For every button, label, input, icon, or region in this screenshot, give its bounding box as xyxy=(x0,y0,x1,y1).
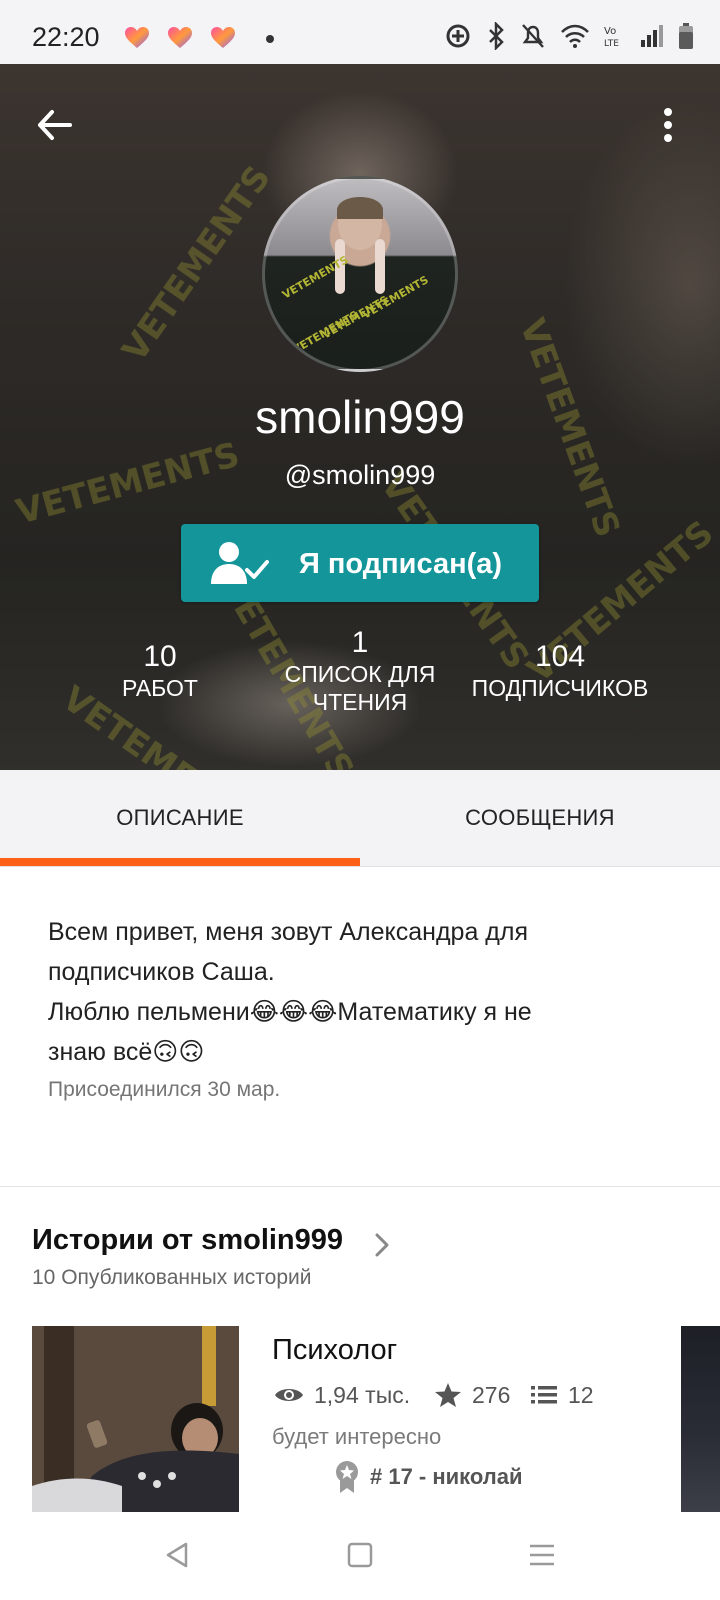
joined-date: Присоединился 30 мар. xyxy=(48,1078,281,1101)
status-bar: 22:20 Vo LTE xyxy=(0,0,720,64)
rank-badge-icon xyxy=(336,1461,358,1493)
story-cover-image[interactable] xyxy=(32,1326,239,1512)
status-time: 22:20 xyxy=(32,22,100,52)
star-icon xyxy=(435,1383,461,1407)
notification-dot xyxy=(266,35,274,43)
stat-followers-label: ПОДПИСЧИКОВ xyxy=(471,675,649,701)
description-line: подписчиков Саша. xyxy=(48,958,275,986)
tab-description[interactable]: ОПИСАНИЕ xyxy=(0,770,360,866)
story-views-count: 1,94 тыс. xyxy=(314,1381,411,1408)
story-rank-text: # 17 - николай xyxy=(370,1464,523,1489)
stories-count: 10 Опубликованных историй xyxy=(32,1266,312,1289)
battery-icon xyxy=(679,23,693,49)
description-line: знаю всё🙃🙃 xyxy=(48,1038,205,1066)
stat-works-label: РАБОТ xyxy=(122,675,198,701)
stat-followers[interactable]: 104 ПОДПИСЧИКОВ xyxy=(460,640,660,702)
stat-reading-list-label-line1: СПИСОК ДЛЯ xyxy=(284,661,436,687)
avatar[interactable]: VETEMENTS VETEMENTS VETEMENTS VETEMENTS xyxy=(262,176,458,372)
follow-button[interactable]: Я подписан(а) xyxy=(181,524,539,602)
story-votes: 276 xyxy=(434,1380,510,1410)
story-parts: 12 xyxy=(530,1380,594,1410)
description-line: Люблю пельмени😂😂😂Математику я не xyxy=(48,998,532,1026)
stat-followers-value: 104 xyxy=(534,640,586,673)
stat-reading-list[interactable]: 1 СПИСОК ДЛЯ ЧТЕНИЯ xyxy=(270,626,450,716)
svg-text:VETEMENTS: VETEMENTS xyxy=(290,308,361,356)
heart-app-icon xyxy=(125,27,149,48)
story-cover-image[interactable] xyxy=(681,1326,720,1512)
back-triangle-icon[interactable] xyxy=(162,1540,192,1570)
avatar-image: VETEMENTS VETEMENTS VETEMENTS VETEMENTS xyxy=(280,197,431,357)
back-arrow-icon[interactable] xyxy=(30,100,80,150)
active-tab-indicator xyxy=(0,858,360,866)
stat-reading-list-label-line2: ЧТЕНИЯ xyxy=(312,689,408,715)
story-description: будет интересно xyxy=(272,1424,442,1449)
stories-title-text: Истории от smolin999 xyxy=(32,1224,344,1256)
stat-works[interactable]: 10 РАБОТ xyxy=(100,640,220,702)
profile-description: Всем привет, меня зовут Александра для п… xyxy=(48,912,678,1072)
recents-menu-icon[interactable] xyxy=(527,1540,557,1570)
heart-app-icon xyxy=(168,27,192,48)
story-title[interactable]: Психолог xyxy=(272,1334,397,1367)
bluetooth-icon xyxy=(489,22,504,50)
story-parts-count: 12 xyxy=(568,1381,594,1408)
stat-works-value: 10 xyxy=(143,640,177,673)
signal-icon xyxy=(641,25,663,47)
profile-handle: @smolin999 xyxy=(284,460,436,490)
follow-button-label: Я подписан(а) xyxy=(299,548,503,580)
story-views: 1,94 тыс. xyxy=(274,1380,410,1410)
system-nav-bar xyxy=(0,1512,720,1600)
profile-tabs: ОПИСАНИЕ СООБЩЕНИЯ xyxy=(0,770,720,867)
tab-messages[interactable]: СООБЩЕНИЯ xyxy=(360,770,720,866)
volte-icon: Vo LTE xyxy=(604,26,619,49)
home-square-icon[interactable] xyxy=(345,1540,375,1570)
story-rank: # 17 - николай xyxy=(334,1460,523,1494)
story-votes-count: 276 xyxy=(472,1381,511,1408)
profile-header: VETEMENTS VETEMENTS VETEMENTS VETEMENTS … xyxy=(0,64,720,770)
user-check-icon xyxy=(211,542,269,584)
more-vertical-icon[interactable] xyxy=(656,100,680,150)
chevron-right-icon[interactable] xyxy=(374,1232,390,1258)
story-cover-art xyxy=(32,1326,239,1512)
list-icon xyxy=(531,1386,557,1404)
stories-section-title[interactable]: Истории от smolin999 xyxy=(32,1224,343,1257)
svg-text:LTE: LTE xyxy=(604,39,619,49)
section-divider xyxy=(0,1186,720,1187)
profile-display-name: smolin999 xyxy=(255,391,465,443)
wifi-icon xyxy=(561,24,589,48)
mute-icon xyxy=(522,24,544,48)
location-icon xyxy=(446,24,470,48)
description-line: Всем привет, меня зовут Александра для xyxy=(48,918,529,946)
heart-app-icon xyxy=(211,27,235,48)
stat-reading-list-value: 1 xyxy=(351,626,369,659)
svg-text:Vo: Vo xyxy=(604,26,616,37)
svg-text:VETEMENTS: VETEMENTS xyxy=(360,273,431,321)
eye-icon xyxy=(275,1389,303,1401)
